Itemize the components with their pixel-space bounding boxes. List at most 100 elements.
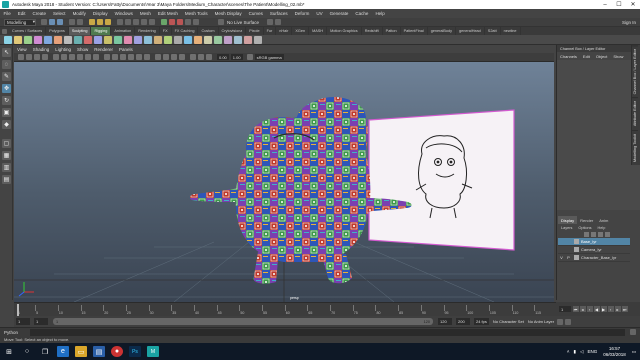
go-to-start-icon[interactable]: ⏮: [572, 306, 579, 312]
menu-select[interactable]: Select: [50, 11, 70, 16]
rotate-tool-icon[interactable]: ↻: [2, 96, 11, 105]
layer-menu-options[interactable]: Options: [575, 226, 594, 230]
wireframe-icon[interactable]: [104, 54, 110, 60]
menu-create[interactable]: Create: [29, 11, 50, 16]
step-forward-frame-icon[interactable]: ›: [607, 306, 614, 312]
play-backward-icon[interactable]: ◀: [593, 306, 600, 312]
move-layer-up-icon[interactable]: [584, 232, 589, 237]
layer-menu-help[interactable]: Help: [595, 226, 609, 230]
menu-generate[interactable]: Generate: [326, 11, 352, 16]
shelf-tab[interactable]: Custom: [198, 27, 219, 35]
minimize-button[interactable]: –: [598, 0, 612, 9]
open-scene-icon[interactable]: [49, 19, 55, 25]
menu-deform[interactable]: Deform: [291, 11, 313, 16]
camera-select-icon[interactable]: [18, 54, 24, 60]
image-plane-icon[interactable]: [42, 54, 48, 60]
side-tab[interactable]: Modelling Toolkit: [632, 129, 638, 165]
move-layer-down-icon[interactable]: [591, 232, 596, 237]
clock[interactable]: 16:57 06/03/2018: [603, 346, 626, 357]
viewport-menu-shading[interactable]: Shading: [30, 47, 53, 52]
last-tool-icon[interactable]: ◆: [2, 120, 11, 129]
viewport-menu-renderer[interactable]: Renderer: [91, 47, 116, 52]
wireframe-on-shaded-icon[interactable]: [120, 54, 126, 60]
maximize-button[interactable]: ☐: [612, 0, 626, 9]
menu-mesh[interactable]: Mesh: [136, 11, 154, 16]
menu-edit[interactable]: Edit: [14, 11, 29, 16]
shelf-tool-icon[interactable]: [84, 35, 92, 44]
shelf-tab[interactable]: Rendering: [135, 27, 160, 35]
shelf-tool-icon[interactable]: [244, 35, 252, 44]
shelf-tool-icon[interactable]: [194, 35, 202, 44]
motion-blur-icon[interactable]: [163, 54, 169, 60]
shelf-tab[interactable]: Crytovisionz: [219, 27, 247, 35]
chrome-icon[interactable]: ●: [111, 346, 123, 357]
layout-side-icon[interactable]: ▥: [2, 163, 11, 172]
shelf-tool-icon[interactable]: [34, 35, 42, 44]
shelf-tab[interactable]: generalHead: [456, 27, 485, 35]
select-tool-icon[interactable]: ↖: [2, 48, 11, 57]
layout-single-icon[interactable]: ▢: [2, 139, 11, 148]
layer-row[interactable]: Camera_lyr: [558, 246, 630, 254]
live-surface-icon[interactable]: [218, 19, 224, 25]
anim-prefs-icon[interactable]: [565, 318, 572, 325]
script-language-toggle[interactable]: Python: [0, 330, 30, 335]
shelf-tool-icon[interactable]: [114, 35, 122, 44]
channel-box-menu-show[interactable]: Show: [610, 54, 626, 59]
channel-box-menu-channels[interactable]: Channels: [557, 54, 580, 59]
layer-menu-layers[interactable]: Layers: [558, 226, 575, 230]
render-icon[interactable]: [169, 19, 175, 25]
layer-color-swatch[interactable]: [574, 247, 579, 252]
shelf-tab[interactable]: Fur: [264, 27, 277, 35]
perspective-viewport[interactable]: [14, 62, 554, 302]
snap-curve-icon[interactable]: [125, 19, 131, 25]
range-bar[interactable]: 1 120: [53, 318, 433, 325]
go-to-end-icon[interactable]: ⏭: [621, 306, 628, 312]
select-object-icon[interactable]: [97, 19, 103, 25]
character-set-label[interactable]: No Character Set: [493, 319, 524, 324]
menu-edit-mesh[interactable]: Edit Mesh: [154, 11, 181, 16]
maya-taskbar-icon[interactable]: M: [147, 346, 159, 357]
layer-tab-anim[interactable]: Anim: [596, 216, 611, 224]
shelf-tool-icon[interactable]: [14, 35, 22, 44]
step-back-key-icon[interactable]: ◂: [579, 306, 586, 312]
notifications-icon[interactable]: ▭: [632, 349, 636, 355]
edge-browser-icon[interactable]: e: [57, 346, 69, 357]
shelf-tool-icon[interactable]: [204, 35, 212, 44]
volume-icon[interactable]: ◁: [580, 349, 583, 355]
file-explorer-icon[interactable]: ▭: [75, 346, 87, 357]
paint-select-icon[interactable]: ✎: [2, 72, 11, 81]
shelf-tool-icon[interactable]: [104, 35, 112, 44]
redo-icon[interactable]: [77, 19, 83, 25]
new-scene-icon[interactable]: [41, 19, 47, 25]
animation-start-field[interactable]: 1: [16, 318, 30, 325]
shelf-tab[interactable]: generalBody: [428, 27, 457, 35]
ipr-render-icon[interactable]: [177, 19, 183, 25]
chevron-up-icon[interactable]: ˄: [567, 349, 570, 354]
current-frame-field[interactable]: 1: [559, 306, 571, 312]
shelf-tool-icon[interactable]: [154, 35, 162, 44]
shelf-tool-icon[interactable]: [174, 35, 182, 44]
close-button[interactable]: ✕: [626, 0, 640, 9]
bookmark-icon[interactable]: [34, 54, 40, 60]
far-clip-field[interactable]: 1.00: [230, 54, 243, 60]
new-layer-icon[interactable]: [598, 232, 603, 237]
xyz-icon[interactable]: [275, 19, 282, 25]
color-management-icon[interactable]: [246, 54, 253, 60]
shelf-tool-icon[interactable]: [234, 35, 242, 44]
depth-of-field-icon[interactable]: [179, 54, 185, 60]
layout-four-icon[interactable]: ▦: [2, 151, 11, 160]
layer-color-swatch[interactable]: [574, 239, 579, 244]
shelf-settings-icon[interactable]: [2, 28, 7, 34]
smooth-shade-icon[interactable]: [112, 54, 118, 60]
viewport-menu-panels[interactable]: Panels: [116, 47, 136, 52]
menu-surfaces[interactable]: Surfaces: [266, 11, 291, 16]
shelf-tab[interactable]: Animation: [111, 27, 136, 35]
windows-start-icon[interactable]: ⊞: [3, 346, 15, 357]
shelf-tab[interactable]: Polygons: [46, 27, 69, 35]
shelf-tool-icon[interactable]: [254, 35, 262, 44]
layer-visibility-toggle[interactable]: V: [558, 255, 565, 260]
near-clip-field[interactable]: 0.00: [217, 54, 229, 60]
shelf-tab[interactable]: XGen: [292, 27, 310, 35]
select-hierarchy-icon[interactable]: [89, 19, 95, 25]
shelf-tool-icon[interactable]: [134, 35, 142, 44]
